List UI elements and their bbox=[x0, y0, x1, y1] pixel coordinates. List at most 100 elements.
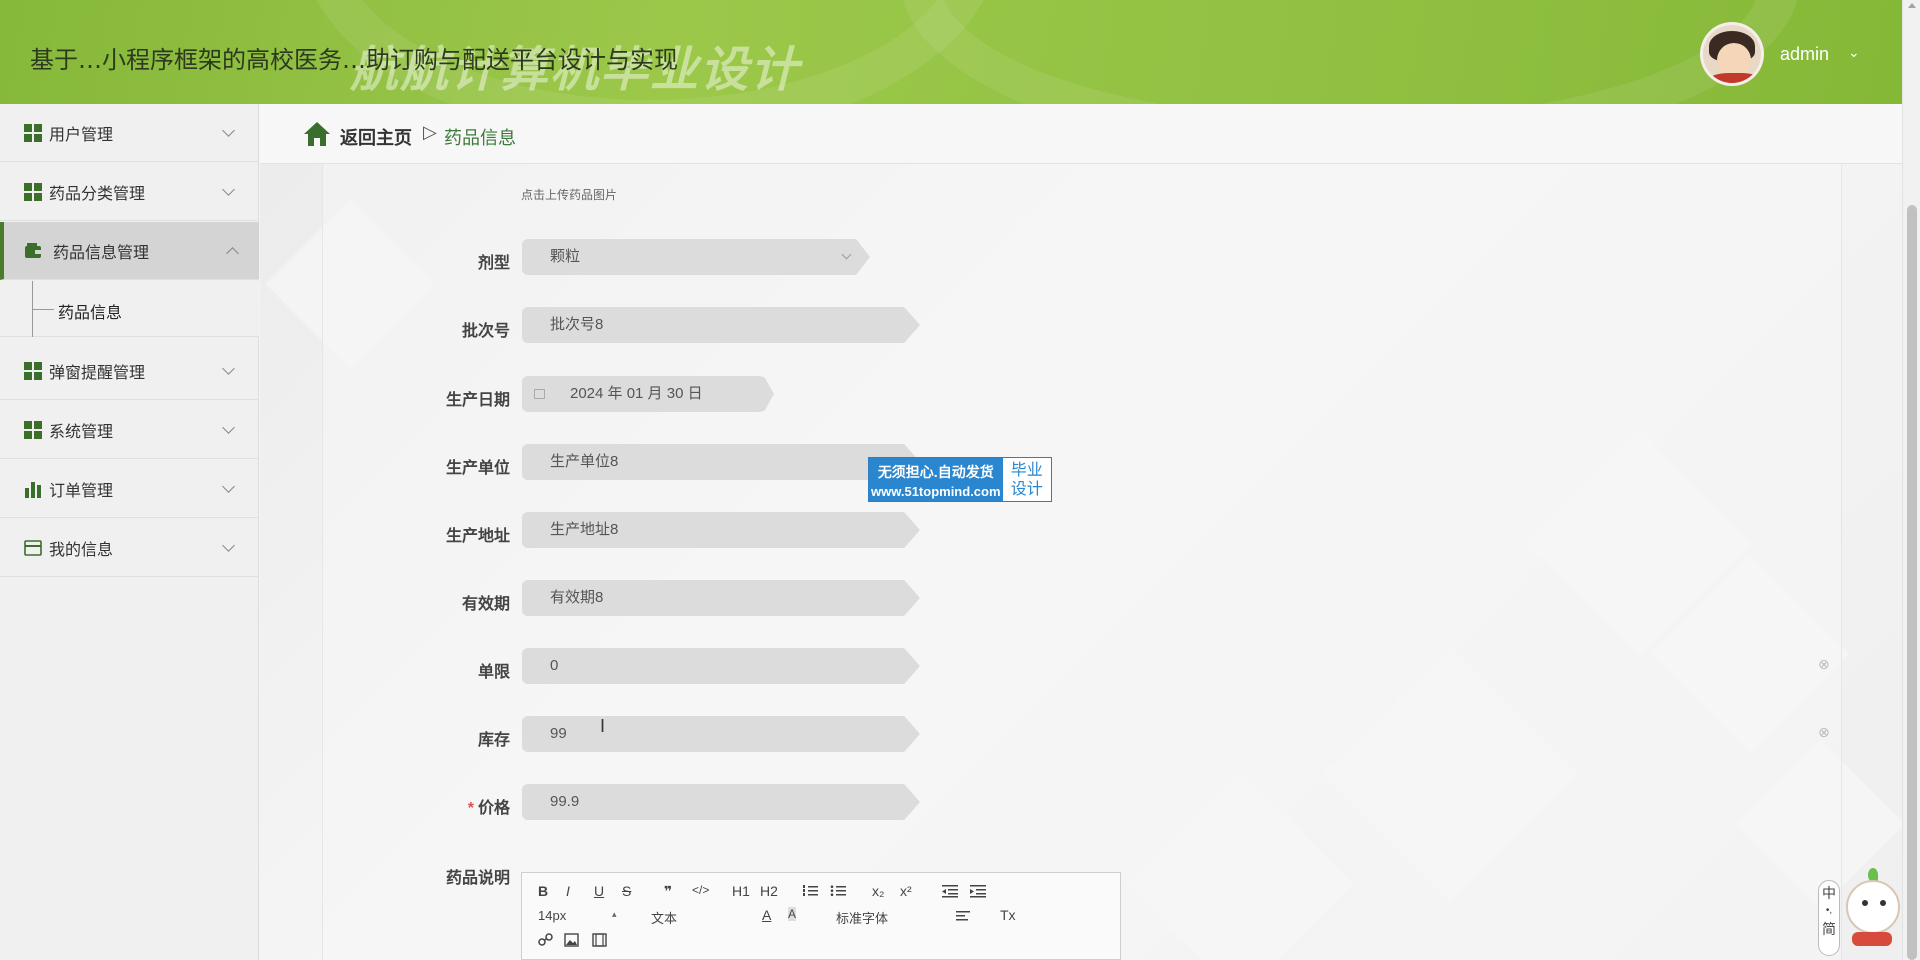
code-block-button[interactable]: </> bbox=[692, 883, 709, 897]
sidebar-item-user-management[interactable]: 用户管理 bbox=[0, 104, 259, 162]
manufacturer-label: 生产单位 bbox=[445, 460, 510, 477]
required-mark: * bbox=[467, 800, 474, 817]
clear-icon[interactable]: ⊗ bbox=[1818, 724, 1830, 741]
chevron-down-icon bbox=[222, 480, 235, 493]
sidebar-item-drug-category[interactable]: 药品分类管理 bbox=[0, 163, 259, 221]
manufacturer-value: 生产单位8 bbox=[550, 453, 619, 470]
user-name[interactable]: admin bbox=[1780, 44, 1829, 65]
price-label: * 价格 bbox=[467, 800, 510, 817]
chevron-down-icon[interactable]: ⌄ bbox=[1848, 44, 1860, 61]
sidebar: 用户管理 药品分类管理 药品信息管理 药品信息 弹窗提醒管理 系统管理 订单管理… bbox=[0, 104, 259, 960]
chevron-up-icon bbox=[226, 247, 239, 260]
stock-value: 99 bbox=[550, 725, 567, 742]
batch-number-label: 批次号 bbox=[461, 323, 510, 340]
home-icon[interactable] bbox=[302, 120, 332, 148]
scroll-up-arrow-icon[interactable] bbox=[1908, 3, 1916, 8]
align-icon[interactable] bbox=[956, 910, 970, 922]
chevron-down-icon bbox=[222, 183, 235, 196]
ad-line1: 无须担心.自动发货 bbox=[877, 464, 994, 480]
sidebar-item-popup-reminder[interactable]: 弹窗提醒管理 bbox=[0, 342, 259, 400]
clear-format-button[interactable]: Tx bbox=[1000, 907, 1016, 923]
font-color-icon[interactable]: A bbox=[762, 907, 771, 923]
mascot-image[interactable] bbox=[1838, 860, 1902, 960]
ad-right1: 毕业 bbox=[1010, 462, 1043, 479]
rich-text-editor[interactable]: B I U S ❞ </> H1 H2 x₂ x² 14px ▴ 文本 A A 标… bbox=[521, 872, 1121, 960]
background-color-icon[interactable]: A bbox=[788, 907, 797, 921]
production-address-input[interactable]: 生产地址8 bbox=[522, 512, 920, 548]
sidebar-item-label: 订单管理 bbox=[49, 482, 114, 500]
breadcrumb-current: 药品信息 bbox=[444, 128, 516, 148]
main-content bbox=[260, 164, 1902, 960]
chevron-down-icon bbox=[222, 539, 235, 552]
breadcrumb-separator-icon: ▷ bbox=[423, 122, 437, 142]
simplified-toggle[interactable]: 简 bbox=[1819, 917, 1839, 941]
sidebar-item-label: 系统管理 bbox=[49, 423, 114, 441]
price-value: 99.9 bbox=[550, 793, 580, 810]
sidebar-item-label: 药品信息管理 bbox=[53, 244, 150, 262]
top-header: 航航计算机毕业设计 基于…小程序框架的高校医务…助订购与配送平台设计与实现 ad… bbox=[0, 0, 1902, 104]
dosage-form-select[interactable]: 颗粒 bbox=[522, 239, 870, 275]
video-icon[interactable] bbox=[592, 933, 607, 947]
bold-button[interactable]: B bbox=[538, 883, 548, 899]
image-icon[interactable] bbox=[564, 933, 579, 947]
purchase-limit-label: 单限 bbox=[477, 664, 510, 681]
ordered-list-icon[interactable] bbox=[802, 884, 818, 898]
clear-icon[interactable]: ⊗ bbox=[1818, 656, 1830, 673]
indent-icon[interactable] bbox=[970, 884, 986, 898]
calendar-icon bbox=[534, 389, 545, 399]
scrollbar-thumb[interactable] bbox=[1907, 205, 1917, 960]
chevron-down-icon bbox=[222, 124, 235, 137]
expiry-input[interactable]: 有效期8 bbox=[522, 580, 920, 616]
stock-input[interactable]: 99 bbox=[522, 716, 920, 752]
ad-line2: www.51topmind.com bbox=[871, 484, 1001, 499]
chevron-down-icon bbox=[222, 362, 235, 375]
outdent-icon[interactable] bbox=[942, 884, 958, 898]
header1-button[interactable]: H1 bbox=[732, 883, 750, 899]
sidebar-item-label: 我的信息 bbox=[49, 541, 114, 559]
select-arrows-icon: ▴ bbox=[612, 909, 617, 919]
chevron-down-icon bbox=[841, 249, 852, 260]
upload-hint[interactable]: 点击上传药品图片 bbox=[521, 186, 617, 203]
ad-badge[interactable]: 无须担心.自动发货 www.51topmind.com 毕业 设计 bbox=[868, 457, 1052, 502]
sidebar-item-my-info[interactable]: 我的信息 bbox=[0, 519, 259, 577]
card-icon bbox=[24, 540, 42, 556]
font-size-select[interactable]: 14px ▴ bbox=[538, 908, 617, 923]
text-style-select[interactable]: 文本 bbox=[651, 908, 677, 927]
grid-icon bbox=[24, 124, 42, 142]
sidebar-subitem-drug-info[interactable]: 药品信息 bbox=[0, 281, 259, 337]
sidebar-item-drug-info[interactable]: 药品信息管理 bbox=[0, 222, 259, 280]
sidebar-item-system[interactable]: 系统管理 bbox=[0, 401, 259, 459]
batch-number-value: 批次号8 bbox=[550, 316, 604, 333]
production-date-value: 2024 年 01 月 30 日 bbox=[570, 385, 703, 402]
grid-icon bbox=[24, 362, 42, 380]
production-address-value: 生产地址8 bbox=[550, 521, 619, 538]
price-input[interactable]: 99.9 bbox=[522, 784, 920, 820]
page-scrollbar[interactable] bbox=[1902, 0, 1920, 960]
font-family-select[interactable]: 标准字体 bbox=[836, 908, 888, 927]
breadcrumb-home-link[interactable]: 返回主页 bbox=[340, 124, 412, 150]
breadcrumb: 返回主页 ▷ 药品信息 bbox=[260, 104, 1902, 164]
manufacturer-input[interactable]: 生产单位8 bbox=[522, 444, 920, 480]
purchase-limit-input[interactable]: 0 bbox=[522, 648, 920, 684]
dosage-form-value: 颗粒 bbox=[550, 248, 581, 265]
superscript-button[interactable]: x² bbox=[900, 883, 912, 899]
dosage-form-label: 剂型 bbox=[477, 255, 510, 272]
wallet-icon bbox=[25, 243, 41, 258]
bullet-list-icon[interactable] bbox=[830, 884, 846, 898]
language-toggle[interactable]: 中 bbox=[1819, 881, 1839, 905]
batch-number-input[interactable]: 批次号8 bbox=[522, 307, 920, 343]
link-icon[interactable] bbox=[538, 933, 553, 947]
blockquote-button[interactable]: ❞ bbox=[664, 883, 672, 900]
production-date-label: 生产日期 bbox=[445, 392, 510, 409]
header2-button[interactable]: H2 bbox=[760, 883, 778, 899]
expiry-value: 有效期8 bbox=[550, 589, 604, 606]
subscript-button[interactable]: x₂ bbox=[872, 883, 884, 899]
avatar[interactable] bbox=[1700, 22, 1764, 86]
sidebar-item-orders[interactable]: 订单管理 bbox=[0, 460, 259, 518]
strike-button[interactable]: S bbox=[622, 883, 631, 899]
production-date-input[interactable]: 2024 年 01 月 30 日 bbox=[522, 376, 774, 412]
italic-button[interactable]: I bbox=[566, 883, 570, 899]
language-widget[interactable]: 中 •, 简 bbox=[1818, 880, 1840, 956]
underline-button[interactable]: U bbox=[594, 883, 604, 899]
header-decoration bbox=[900, 0, 1800, 104]
